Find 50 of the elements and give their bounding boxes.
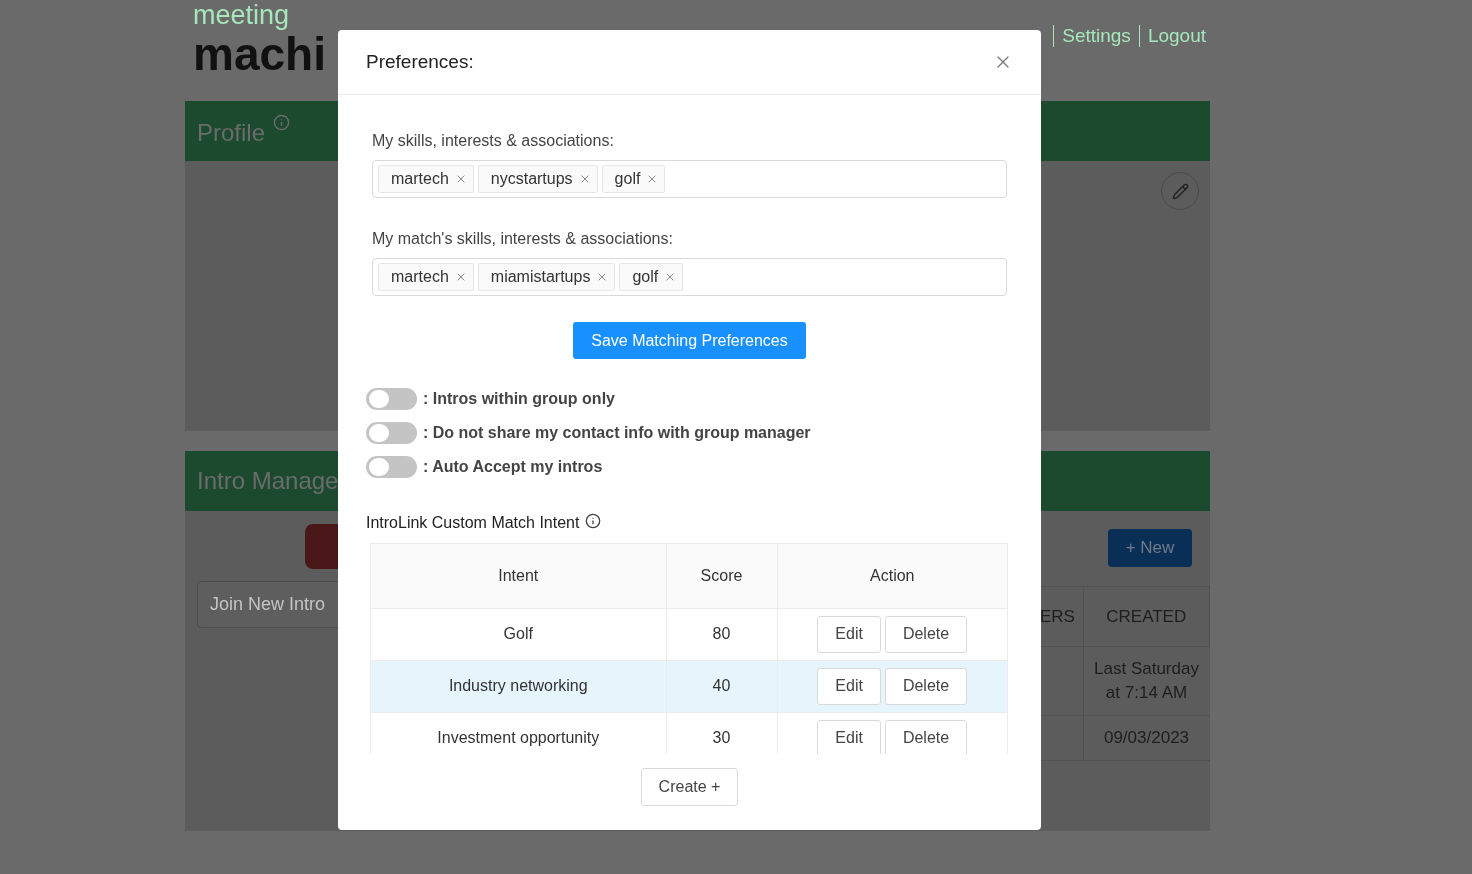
tag-label: nycstartups (490, 169, 573, 189)
card-title: Profile (197, 118, 266, 148)
column-header: CREATED (1106, 606, 1187, 626)
column-header: Action (870, 566, 915, 584)
toggle-switch[interactable] (366, 388, 417, 410)
field-label: My skills, interests & associations: (372, 131, 615, 151)
table-row[interactable]: Golf 80 Edit Delete (371, 608, 1007, 660)
tag-input[interactable]: martech miamistartups golf (372, 258, 1007, 296)
edit-button[interactable]: Edit (817, 615, 881, 653)
field-label: My match's skills, interests & associations: (372, 229, 674, 249)
toggle-switch[interactable] (366, 422, 417, 444)
delete-button[interactable]: Delete (884, 615, 968, 653)
tag-label: martech (391, 169, 449, 189)
toggle-switch[interactable] (366, 456, 417, 478)
logo-bottom: machi (193, 31, 326, 77)
edit-button[interactable]: Edit (817, 667, 881, 705)
card-title: Intro Manage (197, 466, 339, 496)
edit-button[interactable]: Edit (817, 719, 881, 754)
info-icon (585, 513, 602, 529)
table-cell: Last Saturday at 7:14 AM (1094, 659, 1199, 702)
table-cell: 30 (712, 729, 731, 746)
delete-button[interactable]: Delete (884, 719, 968, 754)
info-icon (273, 114, 291, 131)
create-button[interactable]: Create + (640, 768, 739, 806)
column-header: Intent (498, 566, 539, 584)
table-cell: 09/03/2023 (1103, 728, 1190, 747)
toggle-label: : Intros within group only (423, 389, 615, 409)
toggle-label: : Auto Accept my intros (423, 457, 603, 477)
tag-input[interactable]: martech nycstartups golf (372, 160, 1007, 198)
section-title: IntroLink Custom Match Intent (366, 513, 580, 533)
table-cell: 80 (712, 625, 731, 642)
table-row[interactable]: Investment opportunity 30 Edit Delete (371, 712, 1007, 754)
toggle-label: : Do not share my contact info with group manager (423, 423, 811, 443)
nav-link[interactable]: Settings (1062, 22, 1131, 51)
table-cell: Investment opportunity (437, 729, 600, 746)
column-header: Score (700, 566, 743, 584)
logo-top: meeting (193, 2, 291, 29)
dialog-title: Preferences: (366, 49, 474, 74)
table-cell: Golf (503, 625, 533, 642)
table-row[interactable]: Industry networking 40 Edit Delete (371, 660, 1007, 712)
tag-label: martech (391, 267, 449, 287)
tag-label: miamistartups (490, 267, 591, 287)
tag-label: golf (632, 267, 659, 287)
tag-label: golf (614, 169, 641, 189)
column-header: ERS (1040, 606, 1075, 626)
delete-button[interactable]: Delete (884, 667, 968, 705)
nav-link[interactable]: Logout (1147, 22, 1206, 51)
pencil-icon (1171, 182, 1189, 200)
table-cell: Industry networking (448, 677, 588, 694)
table-cell: 40 (712, 677, 731, 694)
